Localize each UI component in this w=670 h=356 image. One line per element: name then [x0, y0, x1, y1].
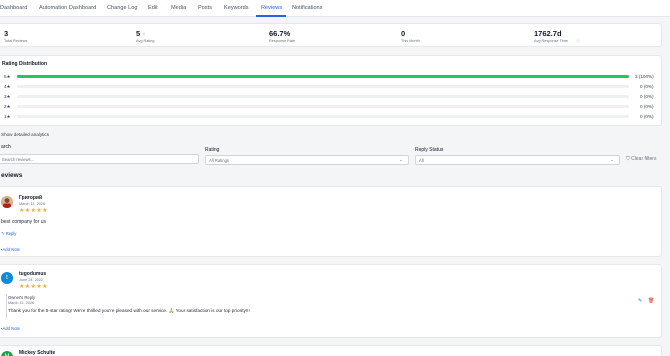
- edit-icon[interactable]: ✎: [638, 298, 642, 304]
- distribution-bar-4: [17, 85, 629, 88]
- tab-dashboard[interactable]: Dashboard: [0, 5, 27, 11]
- avatar: [1, 196, 13, 208]
- user-photo-icon: [1, 196, 13, 208]
- tab-posts[interactable]: Posts: [198, 5, 212, 11]
- distribution-count-2: 0 (0%): [640, 104, 654, 109]
- owner-reply-date: March 11, 2026: [8, 301, 35, 305]
- distribution-label-4: 4★: [4, 84, 11, 89]
- top-tab-bar: Dashboard Automation Dashboard Change Lo…: [0, 0, 670, 17]
- add-note-button[interactable]: ▪Add Note: [1, 247, 20, 252]
- avg-response-time-label: Avg Response Time: [534, 39, 568, 43]
- owner-reply-text: Thank you for the 5-star rating! We're t…: [8, 308, 250, 313]
- distribution-bar-3: [17, 95, 629, 98]
- tab-notifications[interactable]: Notifications: [292, 5, 322, 11]
- info-icon[interactable]: ⓘ: [576, 38, 580, 44]
- tab-reviews[interactable]: Reviews: [261, 5, 282, 11]
- reply-icon: ↰: [1, 231, 5, 236]
- distribution-count-3: 0 (0%): [640, 94, 654, 99]
- reply-status-label: Reply Status: [415, 147, 444, 153]
- star-rating: ★★★★★: [19, 284, 48, 290]
- rating-filter-label: Rating: [205, 147, 220, 153]
- reply-status-select[interactable]: All: [415, 155, 620, 165]
- review-card: M Mickey Schulte: [0, 345, 662, 356]
- distribution-fill-5: [17, 75, 629, 78]
- avg-response-time-value: 1762.7d: [534, 29, 562, 38]
- star-rating: ★★★★★: [19, 208, 48, 214]
- avg-rating-value: 5: [136, 29, 141, 38]
- filter-icon: ⛉: [626, 156, 630, 162]
- total-reviews-value: 3: [4, 29, 9, 38]
- total-reviews-label: Total Reviews: [4, 39, 28, 43]
- add-note-label: Add Note: [2, 247, 20, 252]
- rating-select[interactable]: All Ratings: [205, 155, 409, 165]
- review-card: Григорий March 11, 2026 ★★★★★ best compa…: [0, 186, 662, 257]
- owner-reply-label: Owner's Reply: [8, 295, 36, 300]
- avatar: M: [1, 351, 13, 356]
- distribution-count-1: 0 (0%): [640, 114, 654, 119]
- distribution-label-3: 3★: [4, 94, 11, 99]
- show-detailed-analytics-toggle[interactable]: Show detailed analytics: [1, 132, 49, 137]
- tab-media[interactable]: Media: [171, 5, 186, 11]
- clear-filters-label: Clear filters: [631, 156, 657, 162]
- distribution-bar-5: [17, 75, 629, 78]
- distribution-count-5: 3 (100%): [635, 74, 654, 79]
- search-placeholder: Search reviews...: [2, 157, 35, 163]
- star-outline-icon: ☆: [142, 31, 147, 36]
- chevron-down-icon: ⌄: [610, 157, 614, 162]
- review-date: June 24, 2022: [19, 278, 44, 282]
- tab-automation-dashboard[interactable]: Automation Dashboard: [39, 5, 96, 11]
- trash-icon[interactable]: 🗑: [648, 298, 654, 304]
- tab-keywords[interactable]: Keywords: [224, 5, 249, 11]
- distribution-count-4: 0 (0%): [640, 84, 654, 89]
- distribution-label-5: 5★: [4, 74, 11, 79]
- distribution-bar-2: [17, 105, 629, 108]
- chevron-down-icon: ⌄: [399, 157, 403, 162]
- stats-card: 3 Total Reviews 5 ☆ Avg Rating 66.7% Res…: [0, 23, 662, 47]
- this-month-label: This Month: [401, 39, 420, 43]
- clear-filters-button[interactable]: ⛉ Clear filters: [626, 156, 656, 162]
- search-input[interactable]: Search reviews...: [0, 154, 199, 164]
- review-text: best company for us: [1, 219, 47, 225]
- this-month-value: 0: [401, 29, 406, 38]
- active-tab-indicator: [256, 15, 286, 17]
- reply-status-value: All: [419, 158, 424, 164]
- rating-select-value: All Ratings: [209, 158, 230, 164]
- add-note-button[interactable]: ▪Add Note: [1, 326, 20, 331]
- distribution-label-1: 1★: [4, 114, 11, 119]
- rating-distribution-card: Rating Distribution 5★ 3 (100%) 4★ 0 (0%…: [0, 55, 662, 126]
- owner-reply: Owner's Reply March 11, 2026 Thank you f…: [6, 294, 654, 318]
- tab-edit[interactable]: Edit: [148, 5, 158, 11]
- distribution-label-2: 2★: [4, 104, 11, 109]
- rating-distribution-title: Rating Distribution: [2, 61, 47, 67]
- response-rate-value: 66.7%: [269, 29, 291, 38]
- reviewer-name: Григорий: [19, 195, 43, 201]
- tab-change-log[interactable]: Change Log: [107, 5, 137, 11]
- reviewer-name: tugodumus: [19, 271, 47, 277]
- search-label: arch: [1, 144, 11, 150]
- review-card: t tugodumus June 24, 2022 ★★★★★ Owner's …: [0, 264, 662, 338]
- add-note-label: Add Note: [2, 326, 20, 331]
- reply-button[interactable]: ↰ Reply: [1, 231, 16, 236]
- reviews-heading: eviews: [1, 172, 23, 179]
- reviewer-name: Mickey Schulte: [19, 350, 56, 356]
- distribution-bar-1: [17, 115, 629, 118]
- avatar: t: [1, 272, 13, 284]
- response-rate-label: Response Rate: [269, 39, 296, 43]
- reply-label: Reply: [5, 231, 17, 236]
- avg-rating-label: Avg Rating: [136, 39, 155, 43]
- review-date: March 11, 2026: [19, 202, 46, 206]
